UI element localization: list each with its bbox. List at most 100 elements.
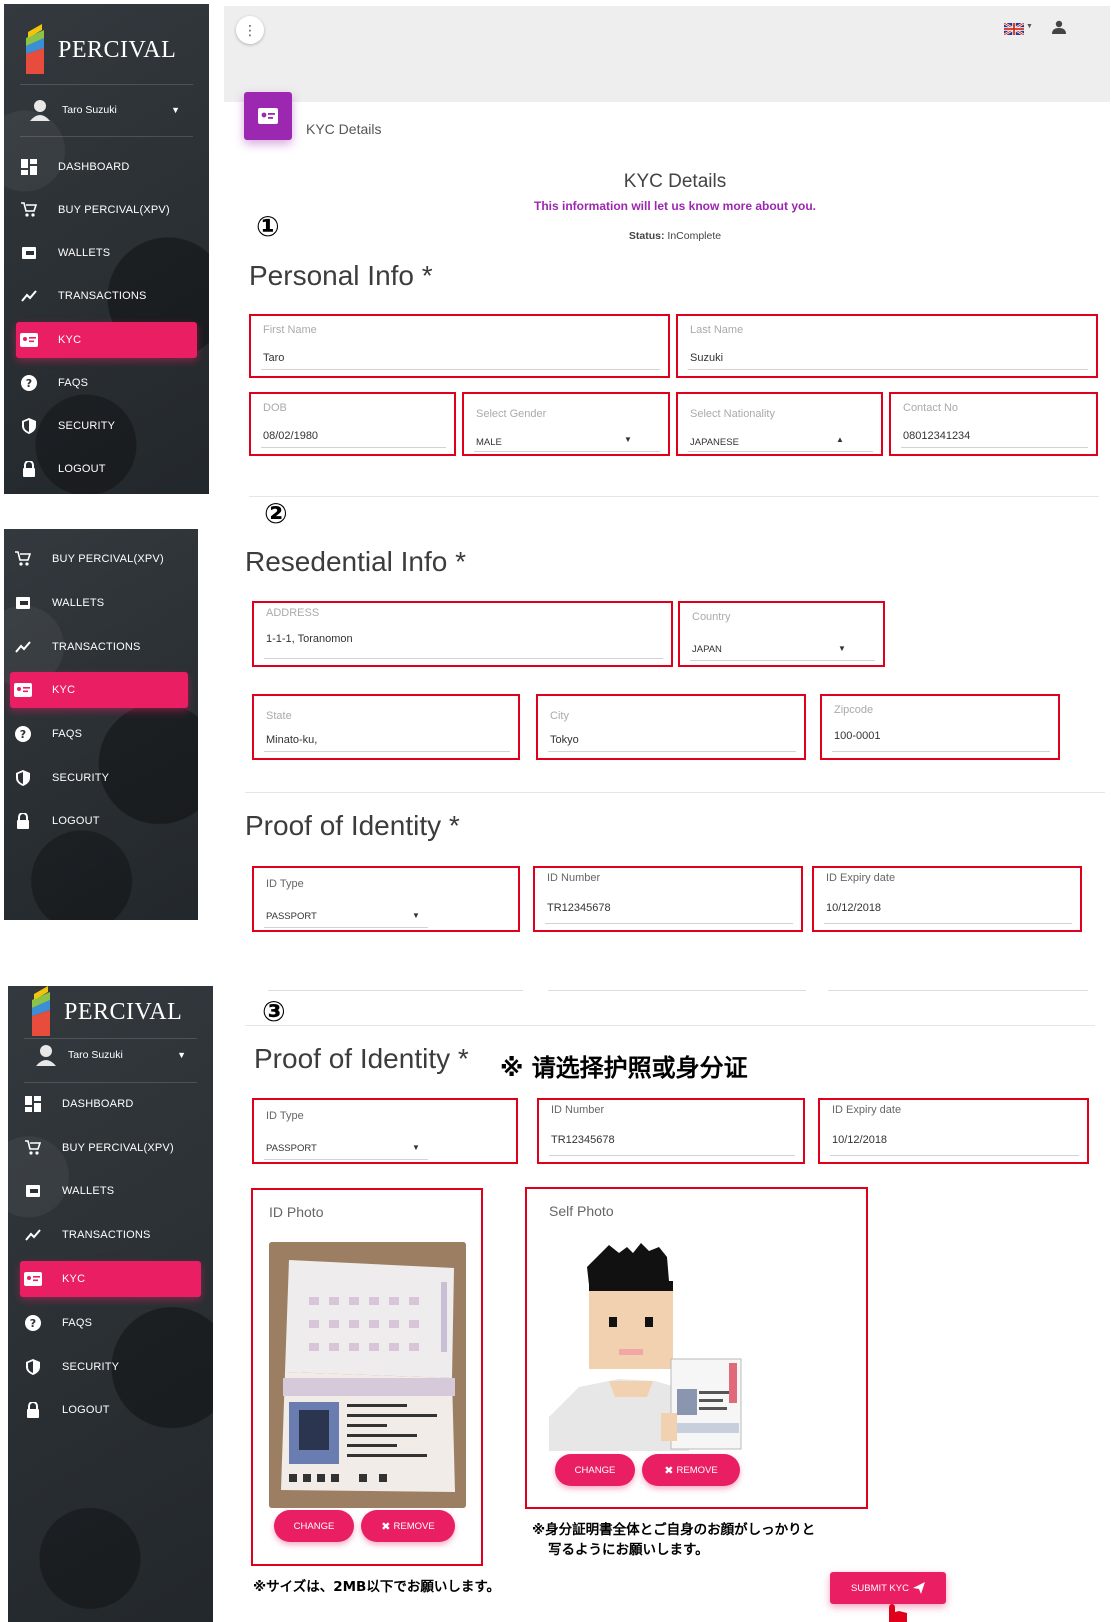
- id-photo-remove-button[interactable]: ✖ REMOVE: [361, 1510, 455, 1542]
- self-photo-remove-label: REMOVE: [676, 1464, 718, 1476]
- sidebar-item-wallets[interactable]: WALLETS: [10, 585, 186, 621]
- sidebar-item-transactions[interactable]: TRANSACTIONS: [10, 629, 186, 665]
- id-photo-section: ID Photo CHANGE ✖ REMOVE: [251, 1188, 483, 1566]
- country-select[interactable]: Country JAPAN ▼: [678, 601, 885, 667]
- uk-flag-icon[interactable]: [1003, 21, 1025, 37]
- person-icon[interactable]: [1052, 20, 1066, 39]
- wallet-icon: [20, 1183, 46, 1199]
- sidebar-item-kyc[interactable]: KYC: [16, 322, 197, 358]
- country-label: Country: [692, 611, 731, 623]
- state-label: State: [266, 710, 292, 722]
- sidebar-item-transactions[interactable]: TRANSACTIONS: [16, 278, 197, 314]
- contact-field[interactable]: Contact No 08012341234: [889, 392, 1098, 456]
- first-name-value: Taro: [263, 352, 285, 364]
- sidebar-item-buy[interactable]: BUY PERCIVAL(XPV): [10, 541, 186, 577]
- sidebar-item-kyc[interactable]: KYC: [20, 1261, 201, 1297]
- city-field[interactable]: City Tokyo: [536, 694, 806, 760]
- id-expiry-field[interactable]: ID Expiry date 10/12/2018: [818, 1098, 1089, 1164]
- last-name-field[interactable]: Last Name Suzuki: [676, 314, 1098, 378]
- address-field[interactable]: ADDRESS 1-1-1, Toranomon: [252, 601, 673, 667]
- brand-logo[interactable]: PERCIVAL: [30, 986, 182, 1038]
- sidebar-item-dashboard[interactable]: DASHBOARD: [20, 1086, 201, 1122]
- self-photo-remove-button[interactable]: ✖ REMOVE: [642, 1454, 740, 1486]
- user-menu[interactable]: Taro Suzuki ▼: [30, 98, 180, 122]
- dob-field[interactable]: DOB 08/02/1980: [249, 392, 456, 456]
- id-card-icon: [20, 1272, 46, 1286]
- user-menu[interactable]: Taro Suzuki ▼: [36, 1043, 186, 1067]
- zipcode-field[interactable]: Zipcode 100-0001: [820, 694, 1060, 760]
- sidebar-item-logout[interactable]: LOGOUT: [20, 1392, 201, 1428]
- shield-icon: [10, 770, 36, 786]
- id-type-value: PASSPORT: [266, 1143, 317, 1154]
- sidebar-item-transactions[interactable]: TRANSACTIONS: [20, 1217, 201, 1253]
- section-title-residential: Resedential Info *: [245, 546, 467, 577]
- chevron-down-icon[interactable]: ▼: [1026, 23, 1033, 30]
- id-expiry-value: 10/12/2018: [832, 1134, 888, 1146]
- shield-icon: [20, 1359, 46, 1375]
- sidebar-item-security[interactable]: SECURITY: [20, 1349, 201, 1385]
- self-photo-note: ※身分証明書全体とご自身のお顔がしっかりと 写るようにお願いします。: [532, 1520, 815, 1561]
- id-type-label: ID Type: [266, 878, 304, 890]
- sidebar-item-wallets[interactable]: WALLETS: [20, 1173, 201, 1209]
- cart-icon: [20, 1140, 46, 1156]
- chevron-up-icon: ▲: [836, 435, 844, 444]
- step-number-2: ②: [264, 497, 288, 530]
- country-value: JAPAN: [692, 644, 722, 655]
- submit-kyc-button[interactable]: SUBMIT KYC: [830, 1572, 946, 1604]
- sidebar-item-logout[interactable]: LOGOUT: [16, 451, 197, 487]
- state-field[interactable]: State Minato-ku,: [252, 694, 520, 760]
- id-number-label: ID Number: [547, 872, 601, 884]
- size-note: ※サイズは、2MB以下でお願いします。: [253, 1579, 500, 1595]
- avatar-icon: [36, 1045, 56, 1066]
- sidebar-item-dashboard[interactable]: DASHBOARD: [16, 149, 197, 185]
- id-type-value: PASSPORT: [266, 911, 317, 922]
- close-icon: ✖: [381, 1520, 391, 1533]
- zipcode-label: Zipcode: [834, 704, 874, 716]
- sidebar-item-buy[interactable]: BUY PERCIVAL(XPV): [16, 192, 197, 228]
- chart-line-icon: [16, 290, 42, 302]
- sidebar-item-faqs[interactable]: ? FAQS: [16, 365, 197, 401]
- sidebar-item-faqs[interactable]: ? FAQS: [20, 1305, 201, 1341]
- sidebar-item-security[interactable]: SECURITY: [10, 760, 186, 796]
- sidebar-item-buy[interactable]: BUY PERCIVAL(XPV): [20, 1130, 201, 1166]
- sidebar-item-label: LOGOUT: [62, 1404, 110, 1416]
- self-photo-change-button[interactable]: CHANGE: [555, 1454, 635, 1486]
- chart-line-icon: [20, 1229, 46, 1241]
- help-icon: ?: [20, 1315, 46, 1331]
- last-name-value: Suzuki: [690, 352, 724, 364]
- cart-icon: [16, 202, 42, 218]
- id-expiry-field[interactable]: ID Expiry date 10/12/2018: [812, 866, 1082, 932]
- self-photo-image: [549, 1241, 746, 1451]
- lock-icon: [10, 813, 36, 829]
- sidebar-item-label: BUY PERCIVAL(XPV): [58, 204, 170, 216]
- id-number-field[interactable]: ID Number TR12345678: [537, 1098, 805, 1164]
- first-name-field[interactable]: First Name Taro: [249, 314, 670, 378]
- sidebar-item-label: FAQS: [62, 1317, 93, 1329]
- id-card-icon: [244, 92, 292, 140]
- id-number-label: ID Number: [551, 1104, 605, 1116]
- self-photo-note-line1: ※身分証明書全体とご自身のお顔がしっかりと: [532, 1522, 816, 1538]
- gender-select[interactable]: Select Gender MALE ▼: [462, 392, 670, 456]
- id-photo-change-button[interactable]: CHANGE: [274, 1510, 354, 1542]
- id-type-note: ※ 请选择护照或身分证: [500, 1054, 748, 1082]
- dob-label: DOB: [263, 402, 287, 414]
- sidebar-item-security[interactable]: SECURITY: [16, 408, 197, 444]
- more-vert-icon[interactable]: ⋮: [236, 16, 264, 44]
- nationality-select[interactable]: Select Nationality JAPANESE ▲: [676, 392, 883, 456]
- brand-logo[interactable]: PERCIVAL: [24, 24, 176, 76]
- sidebar-item-wallets[interactable]: WALLETS: [16, 235, 197, 271]
- sidebar-item-label: WALLETS: [58, 247, 111, 259]
- sidebar-item-logout[interactable]: LOGOUT: [10, 803, 186, 839]
- id-type-select[interactable]: ID Type PASSPORT ▼: [252, 1098, 518, 1164]
- id-type-select[interactable]: ID Type PASSPORT ▼: [252, 866, 520, 932]
- chart-line-icon: [10, 641, 36, 653]
- page-title: KYC Details: [623, 171, 727, 192]
- contact-label: Contact No: [903, 402, 959, 414]
- sidebar-item-label: LOGOUT: [52, 815, 100, 827]
- sidebar-item-kyc[interactable]: KYC: [10, 672, 188, 708]
- sidebar-item-faqs[interactable]: ? FAQS: [10, 716, 186, 752]
- id-number-field[interactable]: ID Number TR12345678: [533, 866, 803, 932]
- sidebar-item-label: KYC: [52, 684, 76, 696]
- id-number-value: TR12345678: [551, 1134, 615, 1146]
- sidebar-panel-2: BUY PERCIVAL(XPV) WALLETS TRANSACTIONS K…: [4, 529, 198, 920]
